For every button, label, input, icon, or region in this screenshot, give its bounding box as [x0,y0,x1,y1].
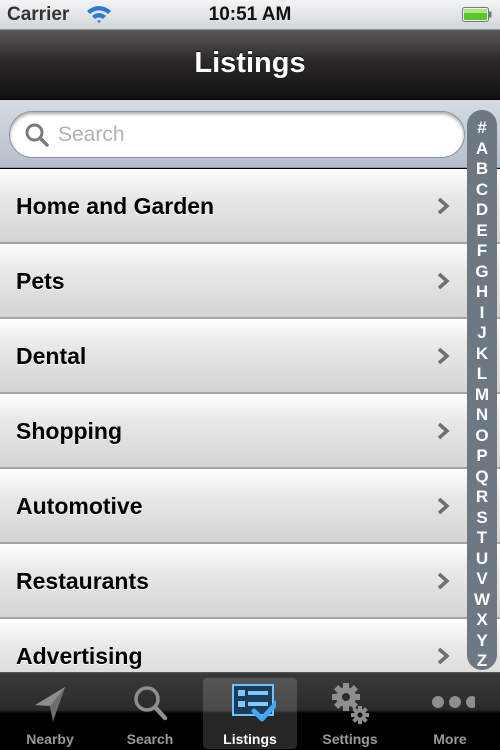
section-index-letter[interactable]: K [476,344,488,365]
section-index-letter[interactable]: M [475,385,489,406]
section-index-letter[interactable]: Q [475,467,488,488]
chevron-right-icon [437,272,450,290]
section-index-letter[interactable]: J [477,323,486,344]
tab-listings[interactable]: Listings [200,673,300,750]
more-dots-icon [432,696,475,708]
list-item[interactable]: Automotive [0,469,500,544]
section-index-letter[interactable]: G [475,262,488,283]
chevron-right-icon [437,197,450,215]
chevron-right-icon [437,347,450,365]
search-input[interactable] [58,118,448,152]
list-item-label: Advertising [16,643,143,669]
tab-more[interactable]: More [400,673,500,750]
section-index-letter[interactable]: N [476,405,488,426]
tab-label: Search [126,731,174,747]
status-bar: Carrier 10:51 AM [0,0,500,30]
navigation-bar: Listings [0,30,500,100]
search-bar [0,100,500,168]
list-item[interactable]: Home and Garden [0,169,500,244]
section-index-letter[interactable]: E [476,221,487,242]
listings-list: Home and Garden Pets Dental Shopping Aut… [0,169,500,672]
section-index-letter[interactable]: H [476,282,488,303]
list-item-label: Shopping [16,418,123,444]
list-item-label: Pets [16,268,65,294]
page-title: Listings [194,47,306,79]
gears-icon [332,683,369,724]
section-index-letter[interactable]: B [476,159,488,180]
checklist-icon [232,684,276,722]
section-index-letter[interactable]: P [476,446,487,467]
section-index-letter[interactable]: S [476,508,487,529]
section-index-letter[interactable]: R [476,487,488,508]
section-index-letter[interactable]: O [475,426,488,447]
chevron-right-icon [437,572,450,590]
battery-full-icon [462,7,492,22]
section-index-letter[interactable]: # [477,118,486,139]
section-index-letter[interactable]: W [474,590,490,611]
section-index-letter[interactable]: L [477,364,487,385]
list-item[interactable]: Shopping [0,394,500,469]
section-index-letter[interactable]: X [476,610,487,631]
tab-label: More [433,731,467,747]
list-item[interactable]: Pets [0,244,500,319]
list-item-label: Home and Garden [16,193,215,219]
chevron-right-icon [437,422,450,440]
tab-nearby[interactable]: Nearby [0,673,100,750]
section-index-letter[interactable]: D [476,200,488,221]
section-index-letter[interactable]: U [476,549,488,570]
list-item[interactable]: Advertising [0,619,500,672]
search-icon [25,123,49,147]
list-item-label: Dental [16,343,87,369]
tab-label: Listings [223,731,277,747]
section-index-letter[interactable]: T [477,528,487,549]
location-arrow-icon [35,687,65,721]
section-index-letter[interactable]: C [476,180,488,201]
list-item[interactable]: Dental [0,319,500,394]
list-item[interactable]: Restaurants [0,544,500,619]
section-index[interactable]: # A B C D E F G H I J K L M N O P Q R S T U V W X Y Z [467,110,497,670]
search-icon [134,686,168,721]
list-item-label: Automotive [16,493,143,519]
tab-label: Settings [322,731,378,747]
section-index-letter[interactable]: A [476,139,488,160]
section-index-letter[interactable]: Z [477,651,487,672]
chevron-right-icon [437,647,450,665]
search-field[interactable] [9,111,465,158]
section-index-letter[interactable]: I [480,303,485,324]
tab-label: Nearby [26,731,74,747]
tab-bar: Nearby Search Listings Settings More [0,672,500,750]
tab-search[interactable]: Search [100,673,200,750]
chevron-right-icon [437,497,450,515]
list-item-label: Restaurants [16,568,149,594]
clock: 10:51 AM [208,4,292,25]
section-index-letter[interactable]: V [476,569,487,590]
tab-settings[interactable]: Settings [300,673,400,750]
section-index-letter[interactable]: Y [476,631,487,652]
section-index-letter[interactable]: F [477,241,487,262]
